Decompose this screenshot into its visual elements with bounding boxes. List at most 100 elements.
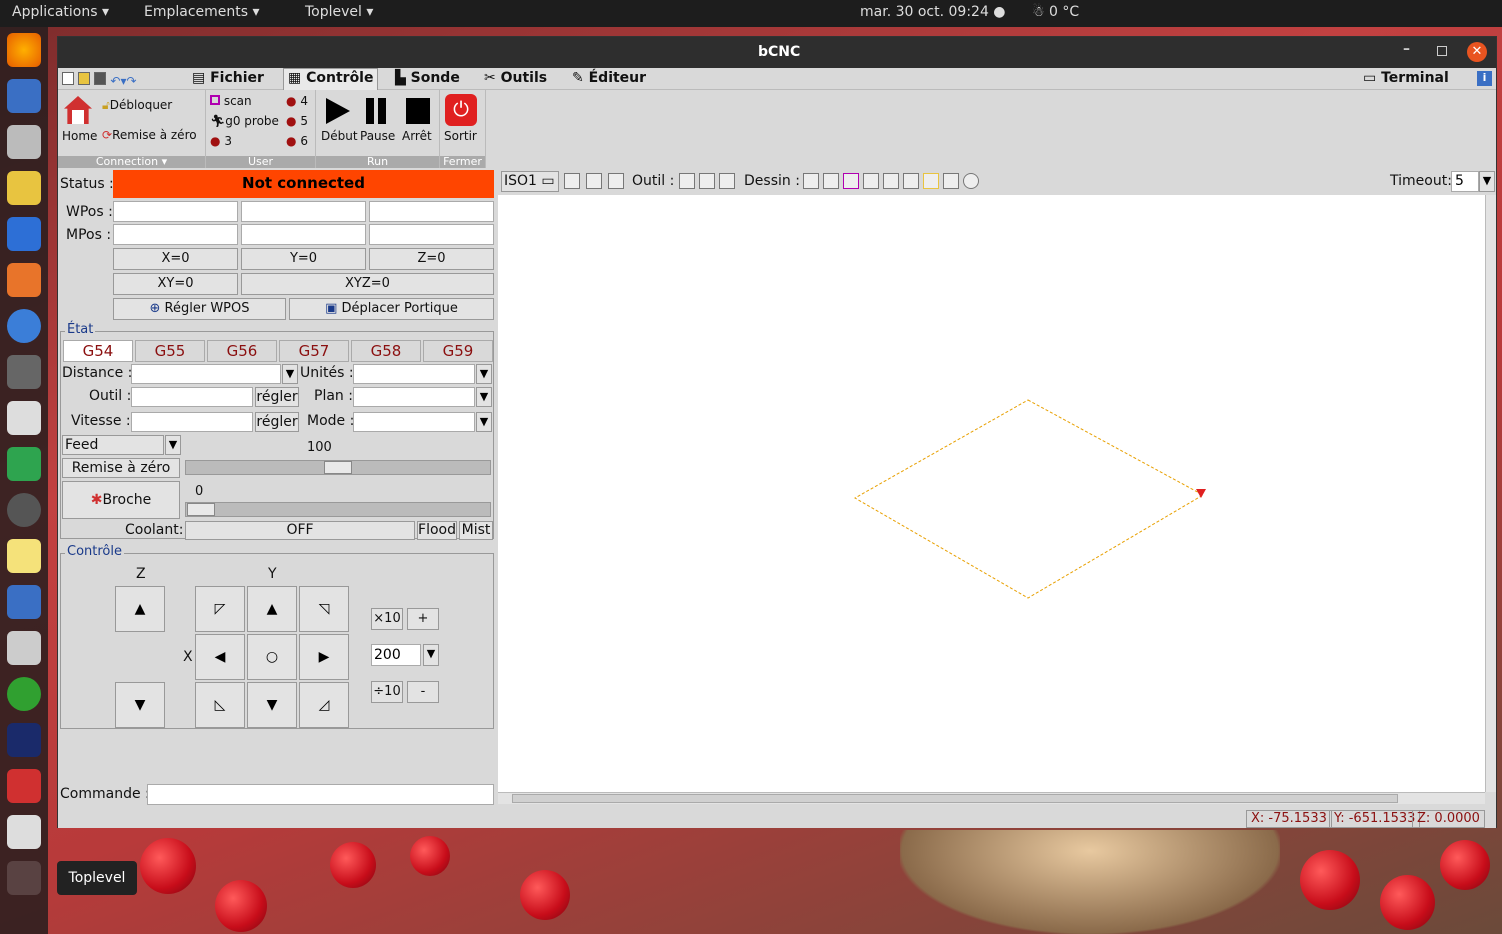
- refresh-icon[interactable]: [963, 173, 979, 189]
- tab-g55[interactable]: G55: [135, 340, 205, 362]
- move-gantry-button[interactable]: ▣ Déplacer Portique: [289, 298, 494, 320]
- tweak-icon[interactable]: [7, 631, 41, 665]
- zoom-out-icon[interactable]: [586, 173, 602, 189]
- z-down-button[interactable]: ▼: [115, 682, 165, 728]
- help-icon[interactable]: [7, 309, 41, 343]
- ruler-icon[interactable]: [719, 173, 735, 189]
- maximize-icon[interactable]: [1437, 46, 1447, 56]
- unlock-button[interactable]: 🔓︎Débloquer: [102, 98, 172, 113]
- user-button-3[interactable]: ● 3: [210, 134, 232, 148]
- stellarium-icon[interactable]: [7, 723, 41, 757]
- minimize-icon[interactable]: –: [1403, 41, 1410, 57]
- pause-button[interactable]: Pause: [360, 129, 395, 143]
- command-input[interactable]: [147, 784, 494, 805]
- tab-fichier[interactable]: ▤ Fichier: [192, 70, 264, 86]
- jog-down-button[interactable]: ▼: [247, 682, 297, 728]
- distance-dropdown-icon[interactable]: ▼: [282, 364, 298, 384]
- units-select[interactable]: [353, 364, 475, 384]
- step-input[interactable]: 200: [371, 644, 421, 666]
- flood-button[interactable]: Flood: [417, 521, 457, 540]
- plane-dropdown-icon[interactable]: ▼: [476, 387, 492, 407]
- horizontal-scrollbar-thumb[interactable]: [512, 794, 1398, 803]
- xyz-zero-button[interactable]: XYZ=0: [241, 273, 494, 295]
- weather[interactable]: ☃ 0 °C: [1032, 4, 1079, 20]
- scan-button[interactable]: scan: [210, 94, 252, 108]
- jog-up-right-button[interactable]: ◹: [299, 586, 349, 632]
- mail-icon[interactable]: [7, 79, 41, 113]
- tab-editeur[interactable]: ✎ Éditeur: [572, 70, 646, 86]
- tab-controle[interactable]: ▦ Contrôle: [283, 68, 379, 90]
- step-dropdown-icon[interactable]: ▼: [423, 644, 439, 666]
- software-icon[interactable]: [7, 263, 41, 297]
- notes-icon[interactable]: [7, 539, 41, 573]
- step-decrease-button[interactable]: -: [407, 681, 439, 703]
- distance-select[interactable]: [131, 364, 281, 384]
- spindle-slider[interactable]: [185, 502, 491, 517]
- feed-slider[interactable]: [185, 460, 491, 475]
- step-multiply-button[interactable]: ×10: [371, 608, 403, 630]
- home-button[interactable]: [62, 94, 94, 132]
- workarea-icon[interactable]: [883, 173, 899, 189]
- calculator-icon[interactable]: [7, 401, 41, 435]
- editor-icon[interactable]: [7, 815, 41, 849]
- tool-input[interactable]: [131, 387, 253, 407]
- jog-up-button[interactable]: ▲: [247, 586, 297, 632]
- pan-icon[interactable]: [699, 173, 715, 189]
- mode-select[interactable]: [353, 412, 475, 432]
- tab-g57[interactable]: G57: [279, 340, 349, 362]
- jog-right-button[interactable]: ▶: [299, 634, 349, 680]
- home-label[interactable]: Home: [62, 129, 97, 143]
- tab-terminal[interactable]: ▭ Terminal: [1363, 70, 1449, 86]
- y-zero-button[interactable]: Y=0: [241, 248, 366, 270]
- info-icon[interactable]: i: [1477, 71, 1492, 86]
- plane-select[interactable]: [353, 387, 475, 407]
- set-wpos-button[interactable]: ⊕ Régler WPOS: [113, 298, 286, 320]
- coolant-value[interactable]: OFF: [185, 521, 415, 540]
- calendar-icon[interactable]: [7, 585, 41, 619]
- jog-center-button[interactable]: ○: [247, 634, 297, 680]
- paths-icon[interactable]: [923, 173, 939, 189]
- tab-g56[interactable]: G56: [207, 340, 277, 362]
- probe-icon[interactable]: [863, 173, 879, 189]
- jog-up-left-button[interactable]: ◸: [195, 586, 245, 632]
- toplevel-menu[interactable]: Toplevel ▾: [305, 4, 373, 20]
- horizontal-scrollbar[interactable]: [498, 792, 1485, 804]
- tab-outils[interactable]: ✂ Outils: [484, 70, 547, 86]
- timeout-dropdown-icon[interactable]: ▼: [1479, 171, 1495, 192]
- music-icon[interactable]: [7, 171, 41, 205]
- tab-g58[interactable]: G58: [351, 340, 421, 362]
- start-button[interactable]: Début: [321, 129, 358, 143]
- files-icon[interactable]: [7, 125, 41, 159]
- places-menu[interactable]: Emplacements ▾: [144, 4, 260, 20]
- jog-down-left-button[interactable]: ◺: [195, 682, 245, 728]
- gimp-icon[interactable]: [7, 355, 41, 389]
- zoom-in-icon[interactable]: [564, 173, 580, 189]
- step-divide-button[interactable]: ÷10: [371, 681, 403, 703]
- axes-icon[interactable]: [803, 173, 819, 189]
- pdf-icon[interactable]: [7, 769, 41, 803]
- user-button-6[interactable]: ● 6: [286, 134, 308, 148]
- close-icon[interactable]: ✕: [1467, 42, 1487, 62]
- g0probe-button[interactable]: 🏃︎g0 probe: [210, 114, 279, 128]
- play-icon[interactable]: [326, 98, 350, 124]
- step-increase-button[interactable]: +: [407, 608, 439, 630]
- x-zero-button[interactable]: X=0: [113, 248, 238, 270]
- grid-icon[interactable]: [823, 173, 839, 189]
- timeout-input[interactable]: 5: [1451, 171, 1479, 192]
- jog-down-right-button[interactable]: ◿: [299, 682, 349, 728]
- margins-icon[interactable]: [843, 173, 859, 189]
- z-up-button[interactable]: ▲: [115, 586, 165, 632]
- pause-icon[interactable]: [366, 98, 374, 124]
- toplevel-dock-icon[interactable]: [7, 861, 41, 895]
- vertical-scrollbar[interactable]: [1485, 195, 1496, 792]
- z-zero-button[interactable]: Z=0: [369, 248, 494, 270]
- applications-menu[interactable]: Applications ▾: [12, 4, 109, 20]
- spindle-slider-handle[interactable]: [187, 503, 215, 516]
- gcode-canvas[interactable]: [498, 195, 1485, 792]
- user-button-4[interactable]: ● 4: [286, 94, 308, 108]
- tab-sonde[interactable]: ▙ Sonde: [395, 70, 460, 86]
- units-dropdown-icon[interactable]: ▼: [476, 364, 492, 384]
- jog-left-button[interactable]: ◀: [195, 634, 245, 680]
- quit-button[interactable]: Sortir: [444, 129, 477, 143]
- clock[interactable]: mar. 30 oct. 09:24 ●: [860, 4, 1006, 20]
